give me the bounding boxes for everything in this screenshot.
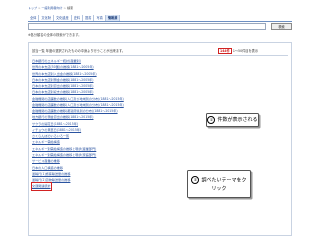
search-button[interactable]: 検索 (271, 23, 292, 30)
tab-all[interactable]: 全体 (28, 15, 40, 21)
tab-cultural-properties[interactable]: 文化財 (39, 15, 54, 21)
results-summary: 該当一覧 年度の選択されたものの中身より行うことが出来ます。 (32, 49, 126, 53)
results-header: 該当一覧 年度の選択されたものの中身より行うことが出来ます。 144件 1〜50件… (32, 46, 288, 55)
callout-text-2a: 調べたいテーマをク (201, 177, 247, 184)
results-divider (32, 55, 288, 56)
tab-information-sources[interactable]: 情報源 (105, 15, 121, 21)
callout-text-1: 件数が表示される (217, 117, 258, 123)
search-bar: 検索 (28, 23, 292, 30)
breadcrumb-top-link[interactable]: トップ (28, 6, 37, 10)
tab-books[interactable]: 図書 (83, 15, 95, 21)
search-note: ※各分類名の全体の検索ができます。 (28, 33, 82, 37)
callout-number-1: ① (207, 115, 216, 124)
result-count-badge: 144件 (218, 48, 232, 54)
callout-click-annotation: ② 調べたいテーマをク リック (187, 170, 251, 198)
result-range: 1〜50件目を表示 (232, 49, 259, 53)
tab-photos[interactable]: 写真 (94, 15, 106, 21)
breadcrumb-users-link[interactable]: 一般利用者向け (42, 6, 63, 10)
breadcrumb-current: 検索 (67, 6, 74, 10)
result-item-selected[interactable]: 交通関連統計 (30, 181, 52, 191)
callout-number-2: ② (191, 176, 200, 184)
results-panel: 該当一覧 年度の選択されたものの中身より行うことが出来ます。 144件 1〜50件… (28, 42, 292, 236)
tab-historical-records[interactable]: 史料 (72, 15, 84, 21)
callout-count-annotation: ① 件数が表示される (206, 113, 259, 127)
breadcrumb: トップ>一般利用者向け>検索 (28, 6, 74, 10)
result-item[interactable]: 金融機関の店舗数の推移(人口及び地域別の分布)(1881〜2015年) (32, 96, 124, 102)
tab-cultural-heritage[interactable]: 文化遺産 (54, 15, 72, 21)
results-list: 日本銀行のエネルギー統計(産業別) 世界の本支店(50国)の推移(1881〜20… (30, 58, 124, 191)
results-count-area: 144件 1〜50件目を表示 (218, 48, 259, 54)
search-input[interactable] (28, 23, 266, 30)
category-tabs: 全体 文化財 文化遺産 史料 図書 写真 情報源 (28, 15, 292, 22)
callout-text-2b: リック (211, 185, 227, 192)
